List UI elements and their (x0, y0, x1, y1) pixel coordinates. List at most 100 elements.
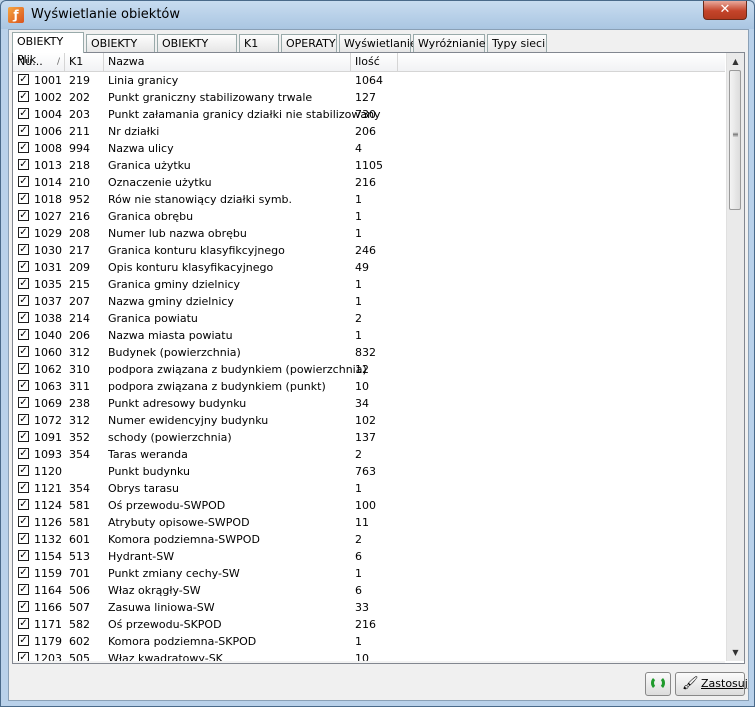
checkbox[interactable]: ✓ (18, 210, 29, 221)
checkbox[interactable]: ✓ (18, 567, 29, 578)
list-item[interactable]: ✓ 1038 214 Granica powiatu 2 (13, 310, 725, 327)
list-item[interactable]: ✓ 1069 238 Punkt adresowy budynku 34 (13, 395, 725, 412)
list-item[interactable]: ✓ 1013 218 Granica użytku 1105 (13, 157, 725, 174)
checkbox[interactable]: ✓ (18, 295, 29, 306)
list-item[interactable]: ✓ 1166 507 Zasuwa liniowa-SW 33 (13, 599, 725, 616)
list-item[interactable]: ✓ 1126 581 Atrybuty opisowe-SWPOD 11 (13, 514, 725, 531)
checkbox[interactable]: ✓ (18, 193, 29, 204)
list-item[interactable]: ✓ 1164 506 Właz okrągły-SW 6 (13, 582, 725, 599)
list-item[interactable]: ✓ 1154 513 Hydrant-SW 6 (13, 548, 725, 565)
scroll-down-arrow-icon[interactable]: ▼ (727, 644, 744, 661)
tab-wyswietlanie[interactable]: Wyświetlanie (339, 34, 417, 52)
checkbox[interactable]: ✓ (18, 244, 29, 255)
horizontal-scroll-strip (13, 661, 725, 663)
list-item[interactable]: ✓ 1062 310 podpora związana z budynkiem (po… (13, 361, 725, 378)
cell-k1: 218 (69, 159, 90, 172)
checkbox[interactable]: ✓ (18, 499, 29, 510)
list-item[interactable]: ✓ 1040 206 Nazwa miasta powiatu 1 (13, 327, 725, 344)
column-header-k1[interactable]: K1 (65, 53, 104, 71)
checkbox[interactable]: ✓ (18, 431, 29, 442)
scroll-thumb[interactable]: ≡ (729, 70, 741, 210)
checkbox[interactable]: ✓ (18, 159, 29, 170)
checkbox[interactable]: ✓ (18, 397, 29, 408)
cell-ilosc: 102 (355, 414, 376, 427)
cell-k1: 352 (69, 431, 90, 444)
checkbox[interactable]: ✓ (18, 516, 29, 527)
checkbox[interactable]: ✓ (18, 584, 29, 595)
list-item[interactable]: ✓ 1132 601 Komora podziemna-SWPOD 2 (13, 531, 725, 548)
list-item[interactable]: ✓ 1014 210 Oznaczenie użytku 216 (13, 174, 725, 191)
cell-ilosc: 49 (355, 261, 369, 274)
checkbox[interactable]: ✓ (18, 618, 29, 629)
cell-k1: 207 (69, 295, 90, 308)
tab-wyroznianie[interactable]: Wyróżnianie (413, 34, 486, 52)
list-item[interactable]: ✓ 1159 701 Punkt zmiany cechy-SW 1 (13, 565, 725, 582)
cell-ilosc: 1 (355, 295, 362, 308)
list-item[interactable]: ✓ 1031 209 Opis konturu klasyfikacyjnego 49 (13, 259, 725, 276)
checkbox[interactable]: ✓ (18, 278, 29, 289)
checkbox[interactable]: ✓ (18, 329, 29, 340)
checkbox[interactable]: ✓ (18, 448, 29, 459)
tab-k1[interactable]: K1 (239, 34, 279, 52)
cell-number: 1154 (34, 550, 62, 563)
checkbox[interactable]: ✓ (18, 176, 29, 187)
list-item[interactable]: ✓ 1001 219 Linia granicy 1064 (13, 72, 725, 89)
checkbox[interactable]: ✓ (18, 465, 29, 476)
apply-button[interactable]: 🖌 Zastosuj (675, 672, 748, 696)
list-item[interactable]: ✓ 1002 202 Punkt graniczny stabilizowany tr… (13, 89, 725, 106)
tab-obiekty-mz[interactable]: OBIEKTY MZ (86, 34, 155, 68)
list-item[interactable]: ✓ 1091 352 schody (powierzchnia) 137 (13, 429, 725, 446)
checkbox[interactable]: ✓ (18, 363, 29, 374)
list-item[interactable]: ✓ 1060 312 Budynek (powierzchnia) 832 (13, 344, 725, 361)
list-item[interactable]: ✓ 1093 354 Taras weranda 2 (13, 446, 725, 463)
title-bar[interactable]: ƒ Wyświetlanie obiektów ✕ (1, 1, 754, 29)
tab-obiekty-proj[interactable]: OBIEKTY PROJ (157, 34, 237, 68)
list-item[interactable]: ✓ 1121 354 Obrys tarasu 1 (13, 480, 725, 497)
list-item[interactable]: ✓ 1072 312 Numer ewidencyjny budynku 102 (13, 412, 725, 429)
list-item[interactable]: ✓ 1120 Punkt budynku 763 (13, 463, 725, 480)
checkbox[interactable]: ✓ (18, 125, 29, 136)
list-item[interactable]: ✓ 1006 211 Nr działki 206 (13, 123, 725, 140)
checkbox[interactable]: ✓ (18, 346, 29, 357)
checkbox[interactable]: ✓ (18, 91, 29, 102)
list-item[interactable]: ✓ 1030 217 Granica konturu klasyfikcyjnego 2… (13, 242, 725, 259)
column-header-ilosc[interactable]: Ilość (351, 53, 398, 71)
checkbox[interactable]: ✓ (18, 108, 29, 119)
cell-ilosc: 1 (355, 635, 362, 648)
column-header-nazwa[interactable]: Nazwa (104, 53, 351, 71)
checkbox[interactable]: ✓ (18, 74, 29, 85)
list-item[interactable]: ✓ 1035 215 Granica gminy dzielnicy 1 (13, 276, 725, 293)
list-item[interactable]: ✓ 1004 203 Punkt załamania granicy działki … (13, 106, 725, 123)
dialog-client-area: OBIEKTY Plik OBIEKTY MZ OBIEKTY PROJ K1 … (8, 29, 749, 701)
refresh-button[interactable] (645, 672, 671, 696)
list-item[interactable]: ✓ 1037 207 Nazwa gminy dzielnicy 1 (13, 293, 725, 310)
close-button[interactable]: ✕ (703, 1, 747, 20)
list-item[interactable]: ✓ 1018 952 Rów nie stanowiący działki symb.… (13, 191, 725, 208)
list-item[interactable]: ✓ 1027 216 Granica obrębu 1 (13, 208, 725, 225)
scroll-up-arrow-icon[interactable]: ▲ (727, 53, 744, 70)
tab-typy-sieci[interactable]: Typy sieci (487, 34, 547, 52)
cell-nazwa: Granica gminy dzielnicy (108, 278, 241, 291)
checkbox[interactable]: ✓ (18, 142, 29, 153)
checkbox[interactable]: ✓ (18, 414, 29, 425)
checkbox[interactable]: ✓ (18, 380, 29, 391)
list-item[interactable]: ✓ 1063 311 podpora związana z budynkiem (pu… (13, 378, 725, 395)
list-item[interactable]: ✓ 1124 581 Oś przewodu-SWPOD 100 (13, 497, 725, 514)
cell-nazwa: Rów nie stanowiący działki symb. (108, 193, 293, 206)
list-item[interactable]: ✓ 1179 602 Komora podziemna-SKPOD 1 (13, 633, 725, 650)
checkbox[interactable]: ✓ (18, 601, 29, 612)
list-item[interactable]: ✓ 1029 208 Numer lub nazwa obrębu 1 (13, 225, 725, 242)
checkbox[interactable]: ✓ (18, 533, 29, 544)
vertical-scrollbar[interactable]: ▲ ≡ ▼ (726, 53, 744, 661)
cell-nazwa: Budynek (powierzchnia) (108, 346, 241, 359)
checkbox[interactable]: ✓ (18, 312, 29, 323)
checkbox[interactable]: ✓ (18, 482, 29, 493)
tab-obiekty-plik[interactable]: OBIEKTY Plik (12, 32, 84, 66)
list-item[interactable]: ✓ 1008 994 Nazwa ulicy 4 (13, 140, 725, 157)
checkbox[interactable]: ✓ (18, 550, 29, 561)
tab-operaty[interactable]: OPERATY (281, 34, 337, 52)
checkbox[interactable]: ✓ (18, 227, 29, 238)
list-item[interactable]: ✓ 1171 582 Oś przewodu-SKPOD 216 (13, 616, 725, 633)
checkbox[interactable]: ✓ (18, 261, 29, 272)
checkbox[interactable]: ✓ (18, 635, 29, 646)
